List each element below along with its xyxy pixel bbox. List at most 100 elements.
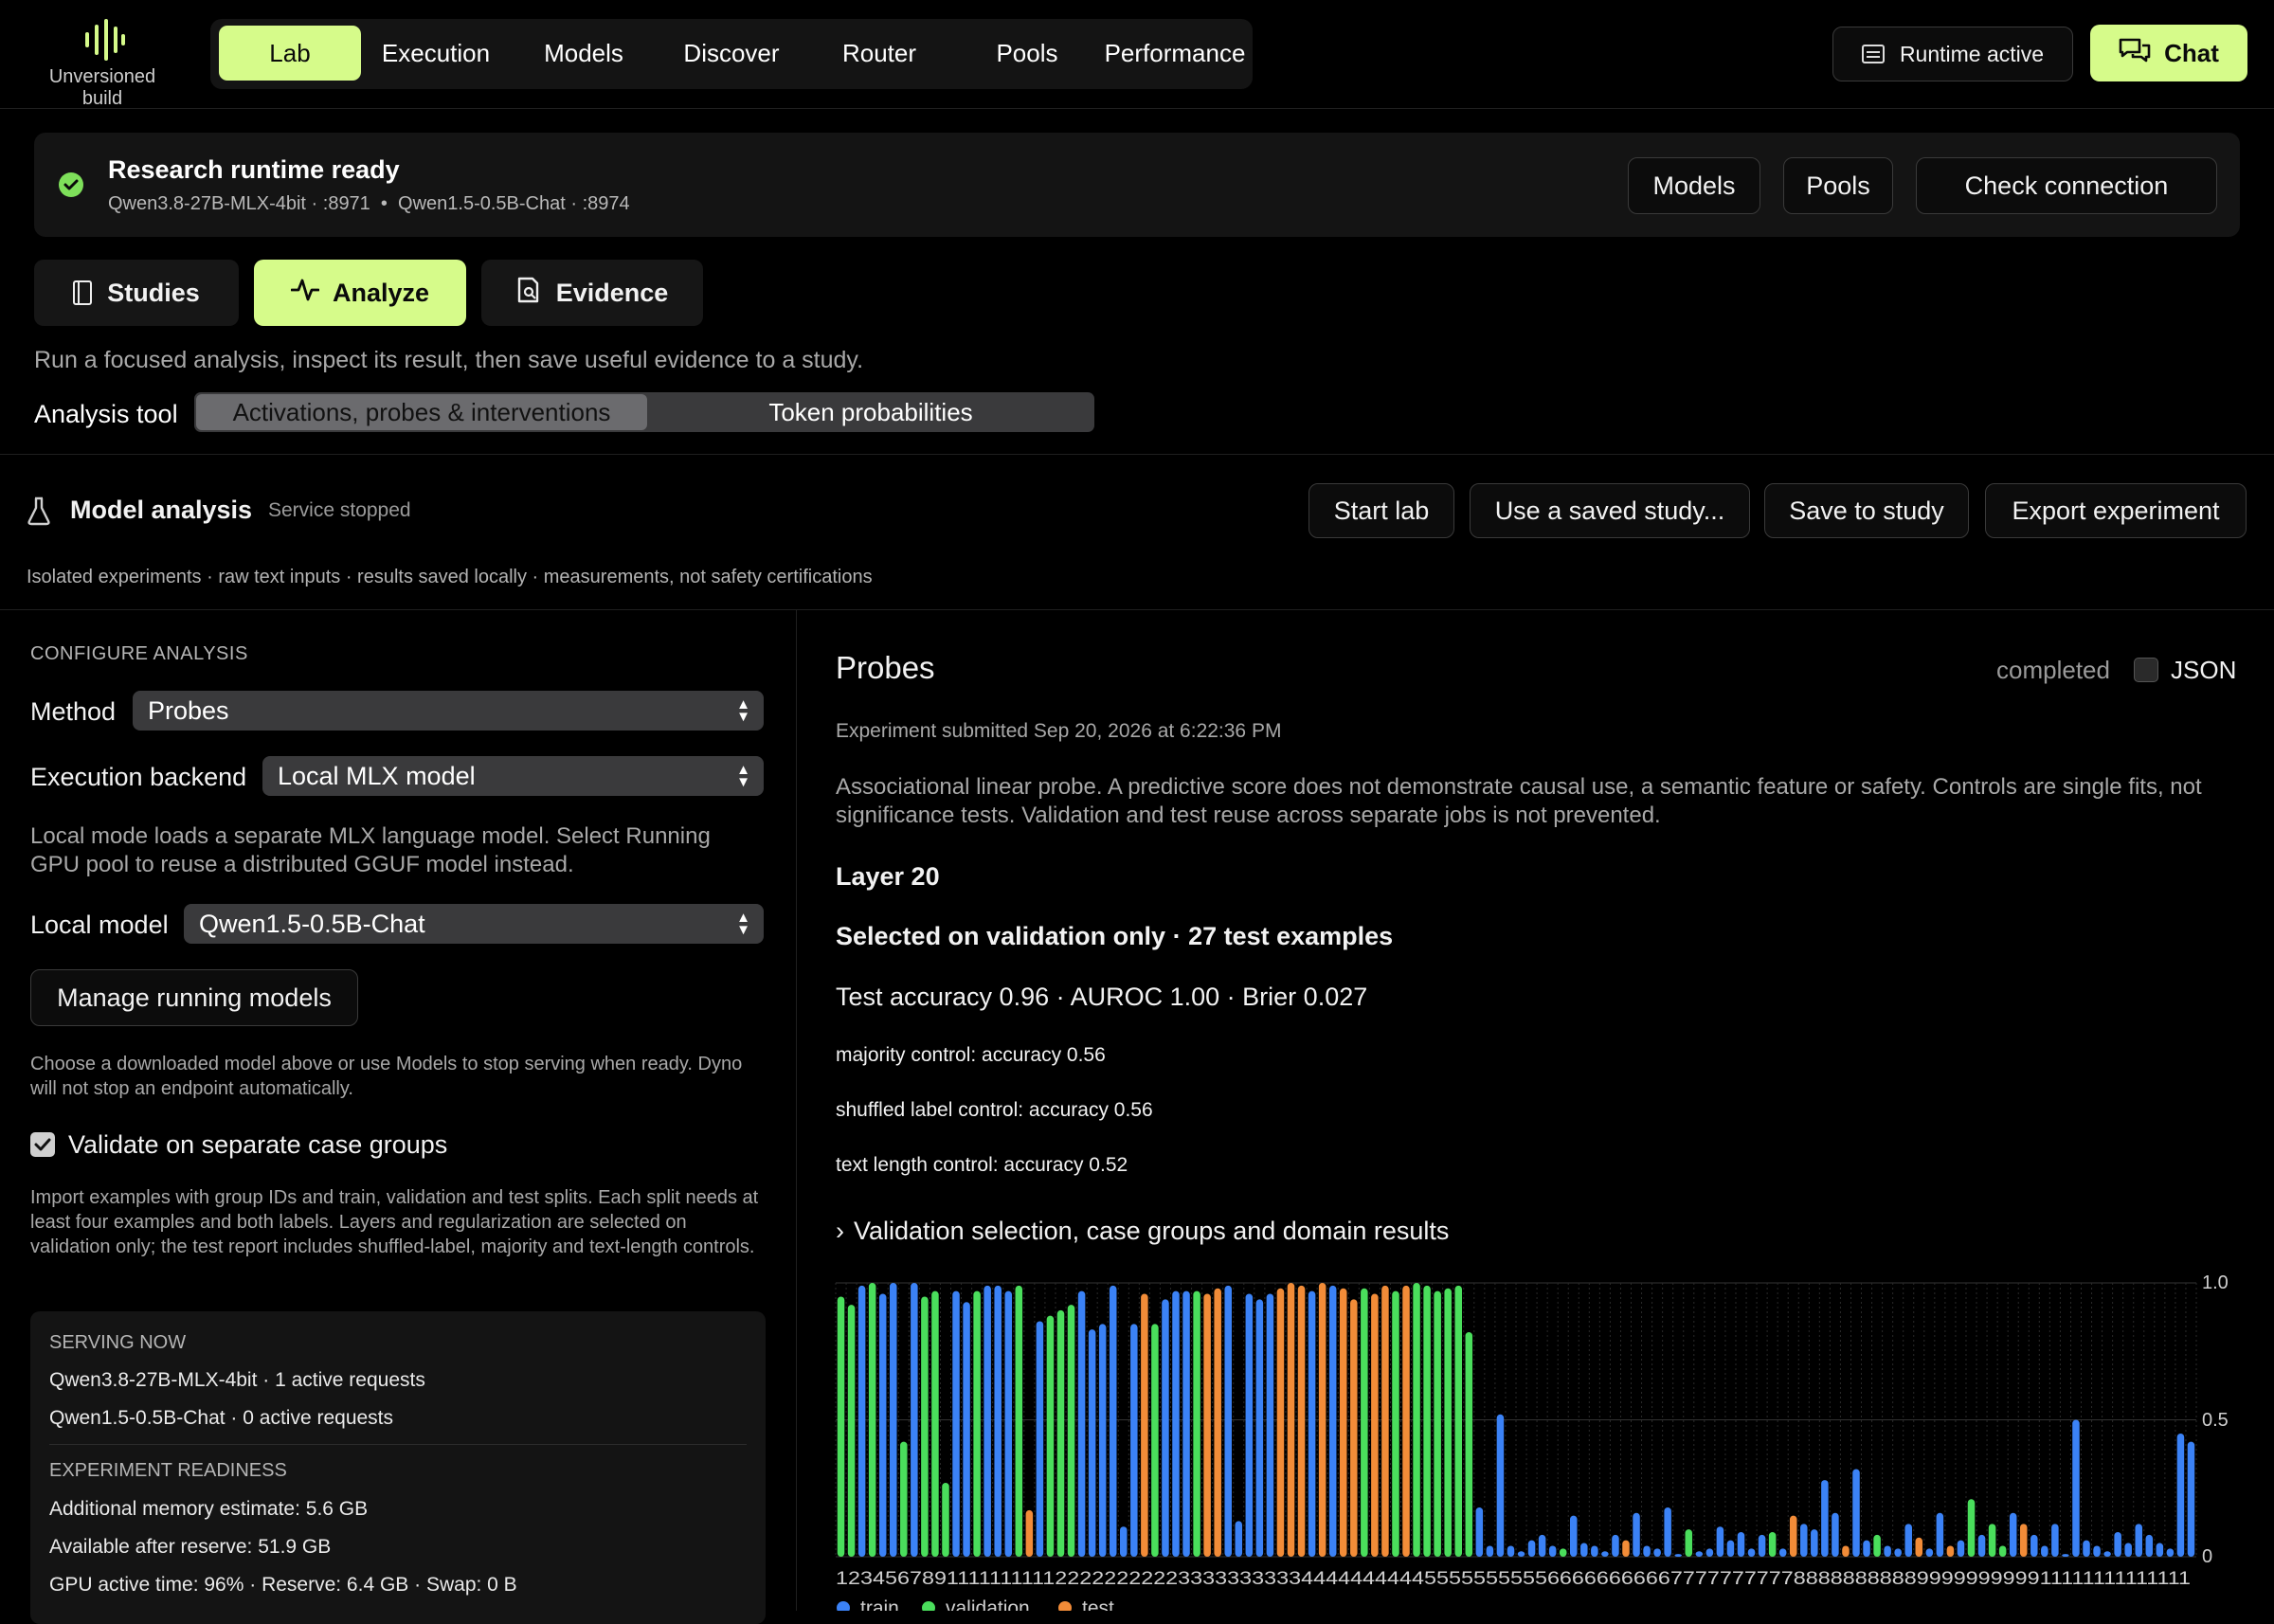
bar [878,1293,887,1557]
bar [1015,1285,1023,1557]
bar [1371,1293,1379,1557]
bar [1821,1480,1829,1557]
bar [1517,1551,1525,1557]
banner-models-button[interactable]: Models [1628,157,1760,214]
export-experiment-button[interactable]: Export experiment [1985,483,2247,538]
bar [942,1482,949,1557]
bar [952,1290,960,1557]
nav-execution[interactable]: Execution [374,25,497,81]
backend-select[interactable]: Local MLX model ▲ ▼ [262,756,764,796]
bar [1737,1531,1745,1557]
bar [1580,1543,1588,1557]
readiness-item: GPU active time: 96% · Reserve: 6.4 GB ·… [49,1574,517,1596]
nav-pools[interactable]: Pools [970,25,1084,81]
import-help: Import examples with group IDs and train… [30,1187,759,1257]
bar [994,1285,1002,1557]
nav-lab[interactable]: Lab [219,26,361,81]
x-tick-labels: 1234567891111111111222222222233333333334… [836,1569,2191,1589]
runtime-banner: Research runtime ready Qwen3.8-27B-MLX-4… [34,133,2240,237]
bar [1873,1534,1881,1557]
bar [1046,1315,1055,1557]
bar [857,1285,866,1557]
check-connection-button[interactable]: Check connection [1916,157,2217,214]
json-checkbox[interactable] [2134,658,2158,682]
chevron-right-icon: › [836,1217,844,1245]
bar [1151,1324,1159,1557]
serving-panel: SERVING NOW Qwen3.8-27B-MLX-4bit · 1 act… [30,1311,766,1624]
bar [1747,1548,1756,1557]
nav-discover[interactable]: Discover [675,25,788,81]
runtime-status-button[interactable]: Runtime active [1832,27,2073,81]
bar [1413,1283,1420,1557]
bar [1276,1288,1285,1557]
save-to-study-button[interactable]: Save to study [1764,483,1969,538]
nav-router[interactable]: Router [822,25,936,81]
chevron-updown-icon: ▲ ▼ [736,762,750,790]
backend-help: Local mode loads a separate MLX language… [30,823,711,877]
bar [1622,1540,1630,1557]
top-bar: Unversioned build Lab Execution Models D… [0,0,2274,109]
chevron-updown-icon: ▲ ▼ [736,696,750,725]
bar [847,1305,856,1557]
runtime-icon [1861,45,1885,63]
bar [2072,1419,2080,1557]
document-search-icon [516,277,541,310]
start-lab-button[interactable]: Start lab [1308,483,1454,538]
tool-token-probabilities-option[interactable]: Token probabilities [649,394,1092,430]
tab-analyze[interactable]: Analyze [254,260,466,326]
legend-validation: validation [946,1597,1030,1611]
bar [1998,1545,2007,1557]
bar [1811,1529,1818,1557]
bar [1004,1290,1013,1557]
bar [1308,1290,1316,1557]
bar [1988,1524,1996,1557]
bar [2156,1543,2164,1557]
bar [1297,1285,1306,1557]
bar [1056,1309,1065,1557]
divider [0,454,2274,455]
bar [1643,1545,1651,1557]
bar [1706,1548,1714,1557]
banner-pools-button[interactable]: Pools [1783,157,1893,214]
bar [1025,1509,1034,1557]
chat-button[interactable]: Chat [2090,25,2247,81]
bar [890,1283,897,1557]
bar [1287,1283,1295,1557]
pulse-icon [290,278,320,309]
bar [2051,1524,2059,1557]
details-toggle[interactable]: › Validation selection, case groups and d… [836,1217,1449,1246]
layer-heading: Layer 20 [836,862,940,891]
y-tick-label: 0.5 [2202,1410,2229,1431]
legend-test: test [1082,1597,1114,1611]
analysis-tool-label: Analysis tool [34,400,178,428]
tab-analyze-label: Analyze [332,278,430,307]
nav-performance[interactable]: Performance [1099,25,1251,81]
local-model-select[interactable]: Qwen1.5-0.5B-Chat ▲ ▼ [184,904,764,944]
bar [973,1290,981,1557]
tab-studies[interactable]: Studies [34,260,239,326]
validate-checkbox[interactable] [30,1132,55,1157]
bar [1172,1290,1180,1557]
bar [1339,1288,1347,1557]
bar [2176,1433,2185,1557]
nav-models[interactable]: Models [527,25,641,81]
bar [1695,1551,1704,1557]
result-title: Probes [836,650,935,685]
book-icon [73,280,93,305]
method-select[interactable]: Probes ▲ ▼ [133,691,764,731]
tool-activations-option[interactable]: Activations, probes & interventions [196,394,647,430]
check-circle-icon [59,172,83,197]
use-saved-study-button[interactable]: Use a saved study... [1470,483,1750,538]
page-tagline: Run a focused analysis, inspect its resu… [34,347,864,373]
manage-running-models-button[interactable]: Manage running models [30,969,358,1026]
bar [1789,1515,1797,1557]
local-model-value: Qwen1.5-0.5B-Chat [199,909,425,938]
bar [1036,1321,1044,1557]
tab-evidence[interactable]: Evidence [481,260,703,326]
bar [1538,1534,1546,1557]
bar [2083,1540,2090,1557]
metrics-summary: Test accuracy 0.96 · AUROC 1.00 · Brier … [836,983,1368,1011]
banner-endpoints: Qwen3.8-27B-MLX-4bit · :8971 • Qwen1.5-0… [108,193,630,214]
bar [1800,1524,1808,1557]
bar [1444,1288,1452,1557]
